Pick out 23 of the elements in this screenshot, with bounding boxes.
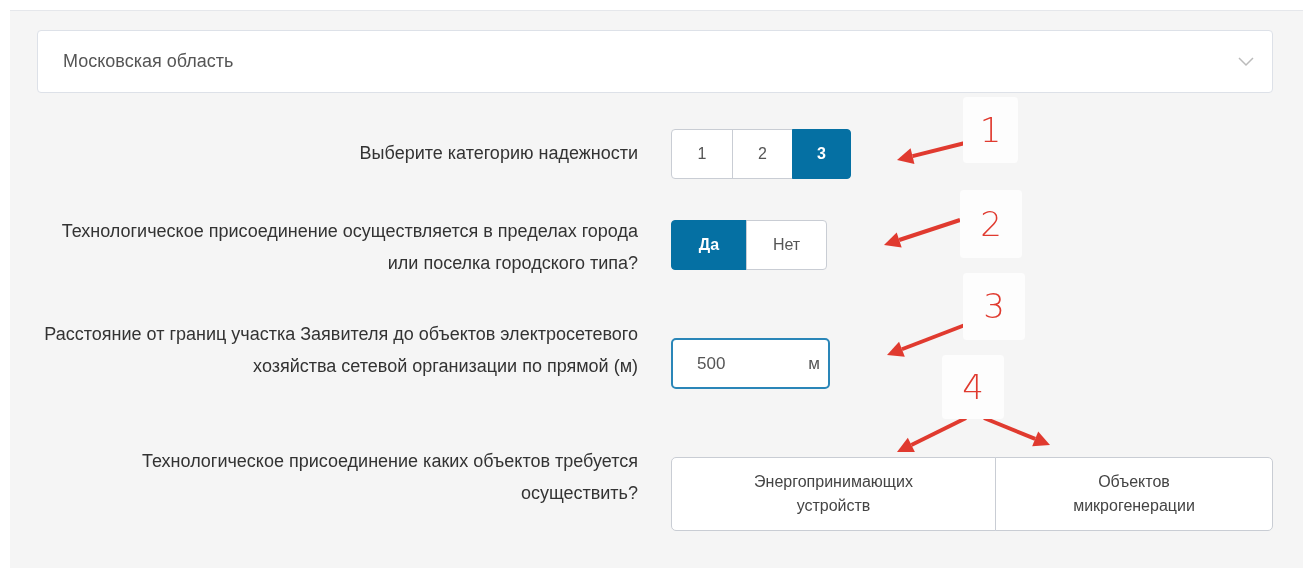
option-button[interactable]: 3 — [792, 129, 851, 179]
annotation-number: 3 — [963, 273, 1025, 340]
region-dropdown[interactable]: Московская область — [37, 30, 1273, 93]
option-button[interactable]: Да — [671, 220, 747, 270]
annotation-number: 4 — [942, 355, 1004, 419]
annotation-arrow — [983, 416, 1050, 447]
input-value: 500 — [697, 352, 726, 375]
annotation-number: 1 — [963, 97, 1018, 163]
field-label: Технологическое присоединение каких объектов требуется осуществить? — [141, 450, 638, 505]
option-button[interactable]: 1 — [671, 129, 733, 179]
chevron-down-icon — [1238, 56, 1254, 67]
unit-label: м — [808, 352, 820, 375]
annotation-arrow — [897, 141, 966, 164]
annotation-arrow — [897, 416, 967, 453]
distance-input-field[interactable]: 500 м — [671, 338, 830, 389]
field-label: Технологическое присоединение осуществляется в пределах города или поселка городского типа? — [60, 220, 638, 275]
field-label: Выберите категорию надежности — [358, 142, 638, 165]
object-type-button[interactable]: Объектов микрогенерации — [995, 457, 1273, 531]
field-label: Расстояние от границ участка Заявителя до объектов электросетевого хозяйства сетевой организации по прямой (м) — [43, 323, 638, 378]
annotation-number: 2 — [960, 190, 1022, 258]
option-button[interactable]: 2 — [732, 129, 793, 179]
option-button[interactable]: Нет — [746, 220, 827, 270]
object-type-button[interactable]: Энергопринимающих устройств — [671, 457, 996, 531]
